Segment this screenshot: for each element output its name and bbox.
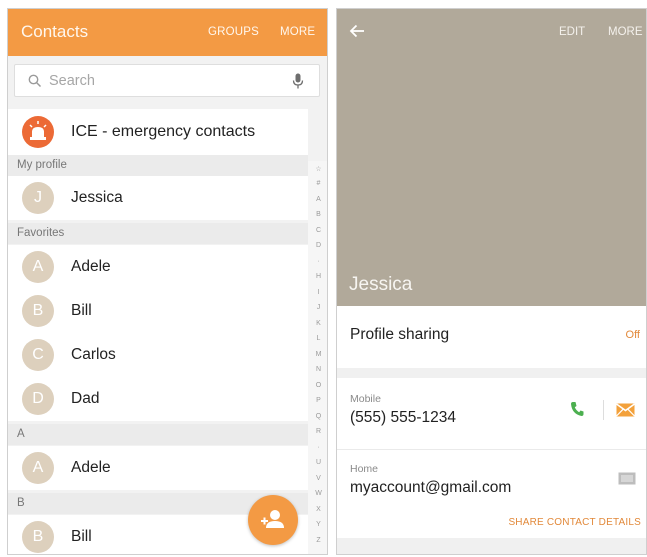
index-letter[interactable]: K [308, 320, 327, 327]
profile-banner: EDIT MORE Jessica [337, 9, 646, 306]
contact-details-card: Mobile (555) 555-1234 Home myaccount@gma… [337, 378, 646, 538]
divider [603, 400, 604, 420]
contacts-screen: Contacts GROUPS MORE Search ICE - emerge… [7, 8, 328, 555]
avatar: A [22, 452, 54, 484]
index-letter[interactable]: ☆ [308, 165, 327, 173]
my-profile-item[interactable]: J Jessica [8, 176, 308, 220]
section-header-my-profile: My profile [8, 155, 308, 176]
contact-name: Adele [71, 258, 111, 275]
index-letter[interactable]: Z [308, 537, 327, 544]
email-icon[interactable] [618, 472, 636, 485]
section-label: A [17, 428, 25, 440]
index-letter[interactable]: R [308, 428, 327, 435]
section-label: My profile [17, 159, 67, 171]
contact-name: Jessica [71, 189, 123, 206]
index-letter[interactable]: Q [308, 413, 327, 420]
call-icon[interactable] [570, 401, 584, 417]
index-letter[interactable]: B [308, 211, 327, 218]
contact-name: Dad [71, 390, 100, 407]
contact-name: Bill [71, 528, 92, 545]
mic-icon[interactable] [292, 73, 304, 90]
contact-item[interactable]: A Adele [8, 446, 308, 490]
avatar: C [22, 339, 54, 371]
profile-sharing-row[interactable]: Profile sharing Off [337, 306, 646, 368]
search-icon [28, 74, 42, 88]
favorite-contact-item[interactable]: A Adele [8, 245, 308, 289]
avatar: J [22, 182, 54, 214]
home-label: Home [350, 463, 379, 475]
contact-name: Bill [71, 302, 92, 319]
profile-sharing-label: Profile sharing [350, 326, 450, 343]
avatar: D [22, 383, 54, 415]
profile-name: Jessica [349, 274, 413, 295]
section-label: B [17, 497, 25, 509]
index-letter[interactable]: # [308, 180, 327, 187]
search-input[interactable]: Search [14, 64, 320, 97]
groups-button[interactable]: GROUPS [208, 26, 259, 38]
index-letter[interactable]: V [308, 475, 327, 482]
favorite-contact-item[interactable]: B Bill [8, 289, 308, 333]
message-icon[interactable] [616, 403, 635, 417]
profile-sharing-status[interactable]: Off [626, 329, 640, 341]
avatar: B [22, 521, 54, 553]
home-email[interactable]: myaccount@gmail.com [350, 479, 511, 497]
index-letter[interactable]: Y [308, 521, 327, 528]
avatar: B [22, 295, 54, 327]
edit-button[interactable]: EDIT [559, 26, 585, 38]
index-letter[interactable]: N [308, 366, 327, 373]
index-letter[interactable]: A [308, 196, 327, 203]
contact-name: Carlos [71, 346, 116, 363]
index-letter[interactable]: C [308, 227, 327, 234]
ice-siren-icon [22, 116, 54, 148]
back-arrow-icon[interactable] [349, 24, 365, 38]
section-header-favorites: Favorites [8, 223, 308, 244]
share-contact-details-button[interactable]: SHARE CONTACT DETAILS [508, 517, 641, 528]
favorite-contact-item[interactable]: C Carlos [8, 333, 308, 377]
app-title: Contacts [21, 22, 89, 41]
more-button[interactable]: MORE [608, 26, 643, 38]
mobile-number[interactable]: (555) 555-1234 [350, 409, 456, 427]
favorite-contact-item[interactable]: D Dad [8, 377, 308, 421]
index-letter[interactable]: X [308, 506, 327, 513]
contact-details-screen: EDIT MORE Jessica Profile sharing Off Mo… [336, 8, 647, 555]
index-letter[interactable]: J [308, 304, 327, 311]
index-letter[interactable]: · [308, 444, 327, 451]
index-letter[interactable]: · [308, 258, 327, 265]
ice-emergency-contacts-item[interactable]: ICE - emergency contacts [8, 109, 308, 155]
index-letter[interactable]: D [308, 242, 327, 249]
contact-name: Adele [71, 459, 111, 476]
section-header-a: A [8, 424, 308, 445]
index-letter[interactable]: L [308, 335, 327, 342]
section-label: Favorites [17, 227, 65, 239]
index-letter[interactable]: M [308, 351, 327, 358]
index-letter[interactable]: I [308, 289, 327, 296]
mobile-label: Mobile [350, 393, 381, 405]
index-letter[interactable]: H [308, 273, 327, 280]
index-letter[interactable]: O [308, 382, 327, 389]
divider [337, 449, 646, 450]
more-button[interactable]: MORE [280, 26, 315, 38]
index-letter[interactable]: U [308, 459, 327, 466]
add-contact-button[interactable] [248, 495, 298, 545]
contacts-app-bar: Contacts GROUPS MORE [8, 9, 327, 56]
search-placeholder: Search [49, 73, 95, 89]
ice-label: ICE - emergency contacts [71, 123, 256, 140]
index-letter[interactable]: P [308, 397, 327, 404]
add-contact-icon [261, 510, 284, 528]
avatar: A [22, 251, 54, 283]
alphabet-index-scrollbar[interactable]: ☆ # A B C D · H I J K L M N O P Q R · U V W X Y Z [308, 161, 327, 554]
index-letter[interactable]: W [308, 490, 327, 497]
